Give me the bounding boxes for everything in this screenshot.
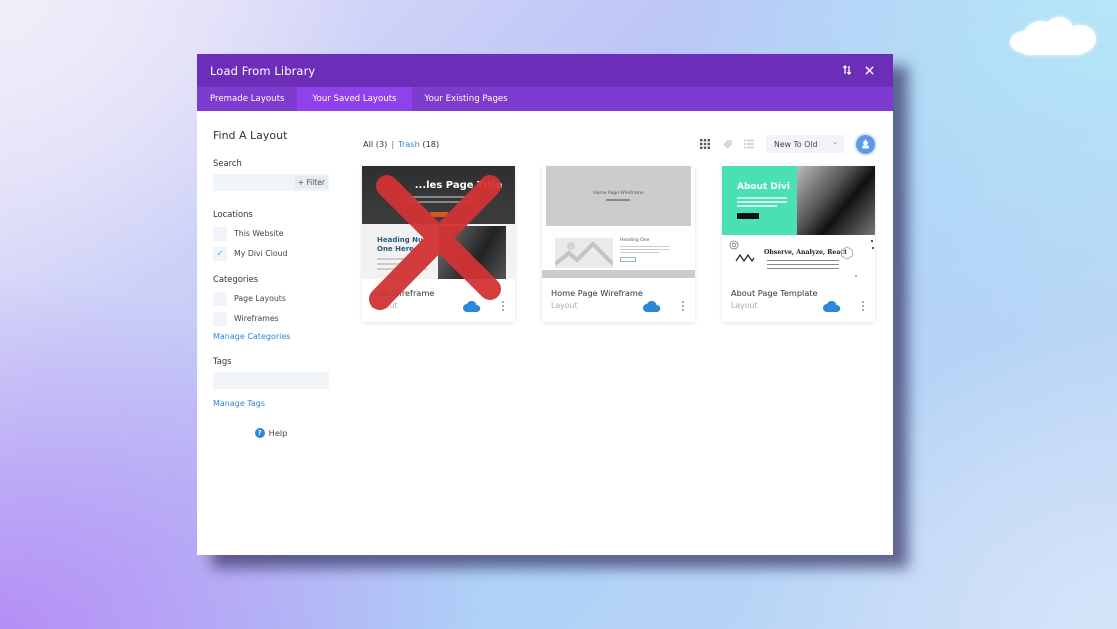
modal-header: Load From Library bbox=[197, 54, 893, 87]
card-title: ...ge Wireframe bbox=[371, 288, 435, 298]
location-my-divi-cloud[interactable]: ✓ My Divi Cloud bbox=[213, 245, 329, 262]
locations-label: Locations bbox=[213, 209, 253, 219]
layout-grid: ...les Page Title Heading Nu... One Here.… bbox=[362, 166, 893, 322]
checkbox-label: My Divi Cloud bbox=[234, 249, 288, 258]
sort-order-select[interactable]: New To Old ⌄ bbox=[766, 135, 844, 153]
checkbox[interactable] bbox=[213, 291, 227, 306]
layout-card[interactable]: About Divi Observe, Analyze, React About… bbox=[722, 166, 875, 322]
more-options-icon[interactable] bbox=[681, 301, 685, 313]
thumb-heading: Home Page Wireframe bbox=[593, 191, 644, 196]
checkbox-label: Page Layouts bbox=[234, 294, 286, 303]
decorative-cloud bbox=[1010, 17, 1096, 57]
tab-your-existing-pages[interactable]: Your Existing Pages bbox=[412, 87, 521, 111]
tags-input[interactable] bbox=[213, 372, 329, 389]
tags-label: Tags bbox=[213, 356, 232, 366]
thumb-subheading: Observe, Analyze, React bbox=[764, 249, 847, 256]
sidebar: Find A Layout Search + Filter Locations … bbox=[213, 129, 329, 438]
tab-your-saved-layouts[interactable]: Your Saved Layouts bbox=[297, 87, 412, 111]
close-icon[interactable] bbox=[858, 64, 880, 78]
help-icon: ? bbox=[254, 428, 265, 438]
thumb-heading: About Divi bbox=[737, 182, 790, 192]
filter-button[interactable]: + Filter bbox=[294, 176, 328, 189]
checkbox-checked[interactable]: ✓ bbox=[213, 246, 227, 261]
search-label: Search bbox=[213, 158, 242, 168]
card-type: Layout bbox=[551, 301, 578, 310]
cloud-account-avatar[interactable] bbox=[856, 134, 875, 154]
all-filter[interactable]: All (3) bbox=[363, 139, 387, 149]
layout-card[interactable]: Home Page Wireframe Heading One Home Pag… bbox=[542, 166, 695, 322]
library-tabs: Premade Layouts Your Saved Layouts Your … bbox=[197, 87, 893, 111]
tab-premade-layouts[interactable]: Premade Layouts bbox=[197, 87, 297, 111]
location-this-website[interactable]: This Website bbox=[213, 225, 329, 242]
category-wireframes[interactable]: Wireframes bbox=[213, 310, 329, 327]
checkbox-label: Wireframes bbox=[234, 314, 279, 323]
card-title: Home Page Wireframe bbox=[551, 288, 643, 298]
more-options-icon[interactable] bbox=[861, 301, 865, 313]
layout-thumbnail: Home Page Wireframe Heading One bbox=[542, 166, 695, 279]
load-from-library-modal: Load From Library Premade Layouts Your S… bbox=[197, 54, 893, 555]
checkbox[interactable] bbox=[213, 311, 227, 326]
checkbox[interactable] bbox=[213, 226, 227, 241]
thumb-subheading: Heading Nu... One Here... bbox=[377, 236, 431, 253]
cloud-icon bbox=[463, 300, 481, 312]
modal-title: Load From Library bbox=[210, 63, 316, 78]
checkbox-label: This Website bbox=[234, 229, 284, 238]
grid-view-icon[interactable] bbox=[698, 137, 712, 151]
category-page-layouts[interactable]: Page Layouts bbox=[213, 290, 329, 307]
manage-tags-link[interactable]: Manage Tags bbox=[213, 399, 329, 408]
list-view-icon[interactable] bbox=[742, 137, 756, 151]
thumb-subheading: Heading One bbox=[620, 238, 650, 243]
help-label: Help bbox=[268, 428, 288, 438]
sidebar-heading: Find A Layout bbox=[213, 129, 288, 142]
help-button[interactable]: ? Help bbox=[213, 428, 329, 438]
layout-card[interactable]: ...les Page Title Heading Nu... One Here.… bbox=[362, 166, 515, 322]
search-input[interactable]: + Filter bbox=[213, 174, 329, 191]
layout-toolbar: All (3) | Trash (18) New To Old ⌄ bbox=[363, 134, 875, 154]
trash-count: (18) bbox=[422, 139, 440, 149]
manage-categories-link[interactable]: Manage Categories bbox=[213, 332, 329, 341]
chevron-down-icon: ⌄ bbox=[832, 138, 838, 146]
sort-icon[interactable] bbox=[836, 64, 858, 78]
more-options-icon[interactable] bbox=[501, 301, 505, 313]
separator: | bbox=[391, 139, 395, 149]
layout-thumbnail: About Divi Observe, Analyze, React bbox=[722, 166, 875, 279]
card-type: Layout bbox=[731, 301, 758, 310]
card-type: Layout bbox=[371, 301, 398, 310]
layout-counts: All (3) | Trash (18) bbox=[363, 139, 690, 149]
thumb-heading: ...les Page Title bbox=[414, 180, 503, 191]
tag-icon[interactable] bbox=[720, 137, 734, 151]
layout-thumbnail: ...les Page Title Heading Nu... One Here.… bbox=[362, 166, 515, 279]
cloud-icon bbox=[823, 300, 841, 312]
trash-link[interactable]: Trash bbox=[398, 139, 420, 149]
sort-order-value: New To Old bbox=[774, 139, 818, 149]
card-title: About Page Template bbox=[731, 288, 818, 298]
categories-label: Categories bbox=[213, 274, 259, 284]
cloud-icon bbox=[643, 300, 661, 312]
